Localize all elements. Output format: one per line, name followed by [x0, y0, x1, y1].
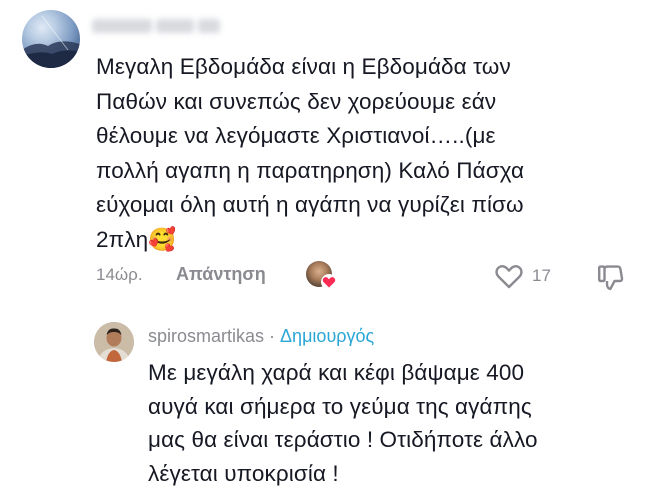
creator-avatar[interactable]	[94, 322, 134, 362]
commenter-username-blurred[interactable]	[92, 12, 220, 40]
like-count: 17	[532, 266, 551, 285]
reply-text: Με μεγάλη χαρά και κέφι βάψαμε 400 αυγά …	[148, 360, 538, 486]
reply-button[interactable]: Απάντηση	[176, 264, 266, 285]
comment-actions-row: 14ώρ. Απάντηση 17	[96, 261, 636, 291]
reply-header: spirosmartikas · Δημιουργός	[148, 326, 374, 347]
creator-badge: Δημιουργός	[280, 326, 375, 346]
heart-outline-icon	[495, 265, 523, 289]
dislike-button[interactable]	[596, 262, 626, 292]
comment-text: Μεγαλη Εβδομάδα είναι η Εβδομάδα των Παθ…	[96, 54, 525, 252]
commenter-avatar[interactable]	[22, 10, 80, 68]
comment-thread: Μεγαλη Εβδομάδα είναι η Εβδομάδα των Παθ…	[0, 0, 650, 500]
creator-liked-indicator	[306, 261, 337, 290]
avatar-image	[94, 322, 134, 362]
comment-timestamp: 14ώρ.	[96, 265, 143, 284]
like-button[interactable]: 17	[494, 261, 551, 291]
creator-heart-icon	[321, 274, 337, 290]
reply-username[interactable]: spirosmartikas	[148, 326, 264, 346]
avatar-image	[22, 15, 80, 68]
thumbs-down-icon	[598, 265, 624, 291]
header-separator: ·	[269, 326, 276, 346]
